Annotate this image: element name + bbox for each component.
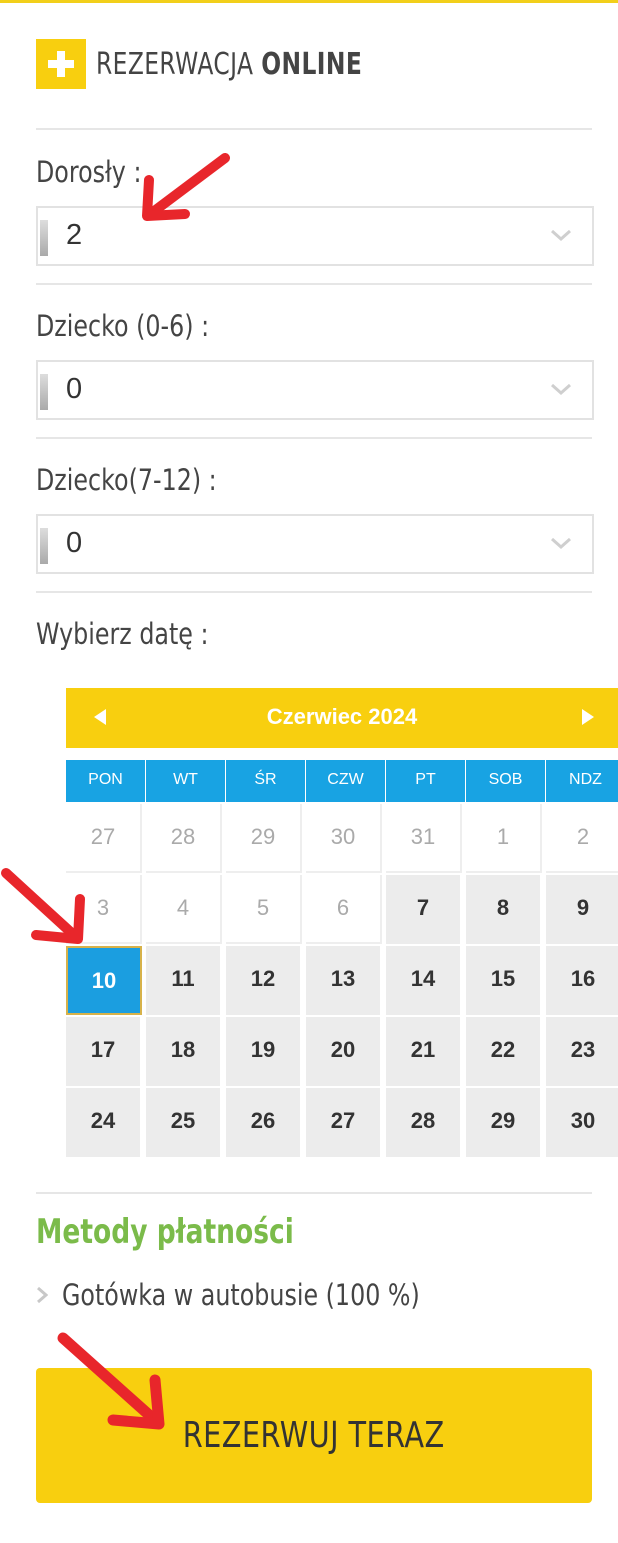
payment-option: Gotówka w autobusie (100 %): [36, 1278, 498, 1312]
calendar-day[interactable]: 7: [386, 875, 462, 944]
calendar-day[interactable]: 11: [146, 946, 222, 1015]
date-label: Wybierz datę :: [36, 617, 209, 651]
divider: [36, 591, 592, 593]
calendar-day[interactable]: 28: [386, 1088, 462, 1157]
calendar-day[interactable]: 12: [226, 946, 302, 1015]
child-0-6-label: Dziecko (0-6) :: [36, 309, 210, 343]
calendar-day[interactable]: 13: [306, 946, 382, 1015]
child-0-6-select-value: 0: [66, 373, 83, 405]
calendar-day[interactable]: 17: [66, 1017, 142, 1086]
calendar-day-disabled: 6: [306, 875, 382, 944]
calendar-day[interactable]: 22: [466, 1017, 542, 1086]
calendar-day-disabled: 5: [226, 875, 302, 944]
weekday-header-row: PON WT ŚR CZW PT SOB NDZ: [66, 760, 618, 802]
calendar-day[interactable]: 8: [466, 875, 542, 944]
calendar-day-disabled: 28: [146, 804, 222, 873]
divider: [36, 437, 592, 439]
annotation-arrow-icon: [142, 153, 230, 221]
divider: [36, 128, 592, 130]
weekday-header: SOB: [466, 760, 545, 802]
weekday-header: PT: [386, 760, 465, 802]
calendar-day[interactable]: 24: [66, 1088, 142, 1157]
calendar-day[interactable]: 20: [306, 1017, 382, 1086]
weekday-header: CZW: [306, 760, 385, 802]
payment-option-label: Gotówka w autobusie (100 %): [62, 1278, 420, 1312]
divider: [36, 1192, 592, 1194]
calendar-day-disabled: 31: [386, 804, 462, 873]
child-7-12-label: Dziecko(7-12) :: [36, 463, 217, 497]
next-month-icon[interactable]: [580, 708, 596, 726]
weekday-header: WT: [146, 760, 225, 802]
calendar-day[interactable]: 29: [466, 1088, 542, 1157]
calendar-day-disabled: 29: [226, 804, 302, 873]
chevron-right-icon: [37, 1286, 48, 1304]
child-7-12-select-value: 0: [66, 527, 83, 559]
child-0-6-select[interactable]: 0: [36, 360, 594, 420]
calendar-day[interactable]: 18: [146, 1017, 222, 1086]
weekday-header: NDZ: [546, 760, 618, 802]
page-title: REZERWACJA ONLINE: [96, 46, 363, 82]
date-picker-calendar: Czerwiec 2024 PON WT ŚR CZW PT SOB NDZ 27 28 29 3…: [66, 688, 618, 1157]
calendar-day[interactable]: 21: [386, 1017, 462, 1086]
calendar-day[interactable]: 23: [546, 1017, 618, 1086]
weekday-header: PON: [66, 760, 145, 802]
calendar-day[interactable]: 14: [386, 946, 462, 1015]
calendar-day-disabled: 4: [146, 875, 222, 944]
chevron-down-icon: [551, 383, 571, 396]
annotation-arrow-icon: [1, 868, 85, 944]
calendar-day[interactable]: 19: [226, 1017, 302, 1086]
calendar-month-title: Czerwiec 2024: [266, 704, 418, 729]
calendar-header: Czerwiec 2024: [66, 688, 618, 748]
child-7-12-select[interactable]: 0: [36, 514, 594, 574]
calendar-day[interactable]: 30: [546, 1088, 618, 1157]
calendar-day-disabled: 1: [466, 804, 542, 873]
calendar-day[interactable]: 15: [466, 946, 542, 1015]
calendar-day[interactable]: 27: [306, 1088, 382, 1157]
annotation-arrow-icon: [57, 1332, 165, 1430]
calendar-day-selected[interactable]: 10: [66, 946, 142, 1015]
plus-icon: [36, 39, 86, 89]
adults-select[interactable]: 2: [36, 206, 594, 266]
payment-methods-title: Metody płatności: [36, 1212, 294, 1252]
adults-select-value: 2: [66, 219, 83, 251]
calendar-day[interactable]: 26: [226, 1088, 302, 1157]
booking-header: REZERWACJA ONLINE: [36, 38, 437, 90]
top-accent-line: [0, 0, 618, 3]
calendar-day[interactable]: 25: [146, 1088, 222, 1157]
calendar-day-disabled: 27: [66, 804, 142, 873]
adults-label: Dorosły :: [36, 155, 142, 189]
book-now-button-label: REZERWUJ TERAZ: [183, 1415, 445, 1456]
chevron-down-icon: [551, 537, 571, 550]
calendar-day-disabled: 2: [546, 804, 618, 873]
chevron-down-icon: [551, 229, 571, 242]
divider: [36, 283, 592, 285]
weekday-header: ŚR: [226, 760, 305, 802]
calendar-day[interactable]: 9: [546, 875, 618, 944]
calendar-day[interactable]: 16: [546, 946, 618, 1015]
calendar-day-disabled: 30: [306, 804, 382, 873]
